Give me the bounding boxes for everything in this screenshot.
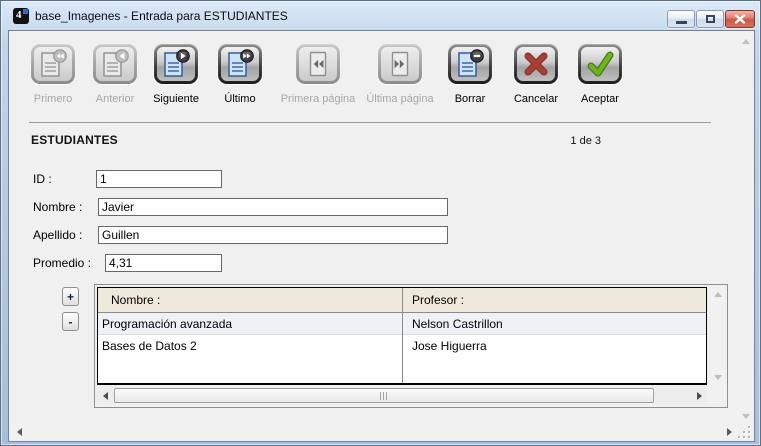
arrow-right-icon: [727, 428, 732, 436]
scroll-right-button[interactable]: [691, 387, 707, 404]
subtable-vertical-scrollbar: [710, 287, 726, 385]
app-4d-icon: 4: [13, 8, 29, 24]
document-next-icon: [161, 49, 191, 79]
window-frame: 4 base_Imagenes - Entrada para ESTUDIANT…: [0, 0, 761, 446]
scroll-up-button[interactable]: [710, 287, 726, 302]
subtable-frame: Nombre : Profesor : Programación avanzad…: [94, 284, 728, 408]
borrar-button[interactable]: [448, 44, 492, 84]
thumb-grip-icon: [380, 392, 388, 400]
scroll-down-button[interactable]: [710, 370, 726, 385]
accept-check-icon: [585, 49, 615, 79]
maximize-icon: [706, 15, 715, 23]
window-title: base_Imagenes - Entrada para ESTUDIANTES: [35, 9, 288, 23]
scroll-left-button[interactable]: [11, 424, 27, 440]
arrow-left-icon: [17, 428, 22, 436]
nombre-field[interactable]: [98, 198, 448, 216]
id-field[interactable]: [96, 170, 222, 188]
subtable: Nombre : Profesor : Programación avanzad…: [97, 287, 707, 385]
scroll-left-button[interactable]: [97, 387, 113, 404]
cell-profesor: Nelson Castrillon: [412, 317, 503, 331]
ultima-pagina-button[interactable]: [378, 44, 422, 84]
subtable-horizontal-scrollbar: [97, 387, 707, 404]
column-header-nombre: Nombre :: [111, 293, 160, 307]
app-icon-glyph: 4: [16, 9, 22, 21]
nombre-label: Nombre :: [33, 200, 82, 214]
maximize-button[interactable]: [696, 10, 724, 28]
cell-nombre: Programación avanzada: [102, 317, 232, 331]
scroll-right-button[interactable]: [721, 424, 737, 440]
id-label: ID :: [33, 172, 52, 186]
document-first-icon: [38, 49, 68, 79]
arrow-down-icon: [742, 414, 750, 419]
scrollbar-thumb[interactable]: [114, 388, 654, 403]
resize-grip[interactable]: [738, 425, 753, 440]
document-delete-icon: [455, 49, 485, 79]
cell-nombre: Bases de Datos 2: [102, 339, 197, 353]
arrow-left-icon: [103, 392, 108, 400]
close-button[interactable]: [725, 10, 755, 28]
window-vertical-scrollbar: [737, 33, 754, 424]
remove-row-button[interactable]: -: [62, 312, 79, 331]
minimize-icon: [676, 21, 687, 24]
promedio-field[interactable]: [105, 254, 222, 272]
apellido-label: Apellido :: [33, 228, 82, 242]
section-title: ESTUDIANTES: [31, 133, 118, 147]
primero-button[interactable]: [31, 44, 75, 84]
arrow-down-icon: [714, 375, 722, 380]
document-previous-icon: [100, 49, 130, 79]
scroll-down-button[interactable]: [737, 408, 754, 424]
toolbar-divider: [29, 122, 711, 123]
arrow-up-icon: [742, 39, 750, 44]
page-last-icon: [385, 49, 415, 79]
app-icon-accent: [23, 9, 28, 14]
column-divider[interactable]: [402, 288, 403, 383]
application-window: 4 base_Imagenes - Entrada para ESTUDIANT…: [0, 0, 761, 446]
cancel-x-icon: [521, 49, 551, 79]
arrow-right-icon: [697, 392, 702, 400]
arrow-up-icon: [714, 292, 722, 297]
page-first-icon: [303, 49, 333, 79]
anterior-button[interactable]: [93, 44, 137, 84]
window-horizontal-scrollbar: [11, 424, 737, 440]
promedio-label: Promedio :: [33, 256, 91, 270]
cell-profesor: Jose Higuerra: [412, 339, 487, 353]
aceptar-button[interactable]: [578, 44, 622, 84]
titlebar[interactable]: 4 base_Imagenes - Entrada para ESTUDIANT…: [1, 1, 760, 31]
client-area: Primero Anterior Siguiente Último Primer…: [9, 31, 754, 441]
add-row-button[interactable]: +: [62, 287, 79, 306]
record-position: 1 de 3: [501, 135, 601, 147]
close-icon: [734, 14, 746, 24]
minimize-button[interactable]: [667, 10, 695, 28]
primera-pagina-button[interactable]: [296, 44, 340, 84]
cancelar-button[interactable]: [514, 44, 558, 84]
ultimo-button[interactable]: [218, 44, 262, 84]
scroll-up-button[interactable]: [737, 33, 754, 49]
apellido-field[interactable]: [98, 226, 448, 244]
column-header-profesor: Profesor :: [412, 293, 464, 307]
aceptar-label: Aceptar: [540, 93, 660, 105]
document-last-icon: [225, 49, 255, 79]
siguiente-button[interactable]: [154, 44, 198, 84]
